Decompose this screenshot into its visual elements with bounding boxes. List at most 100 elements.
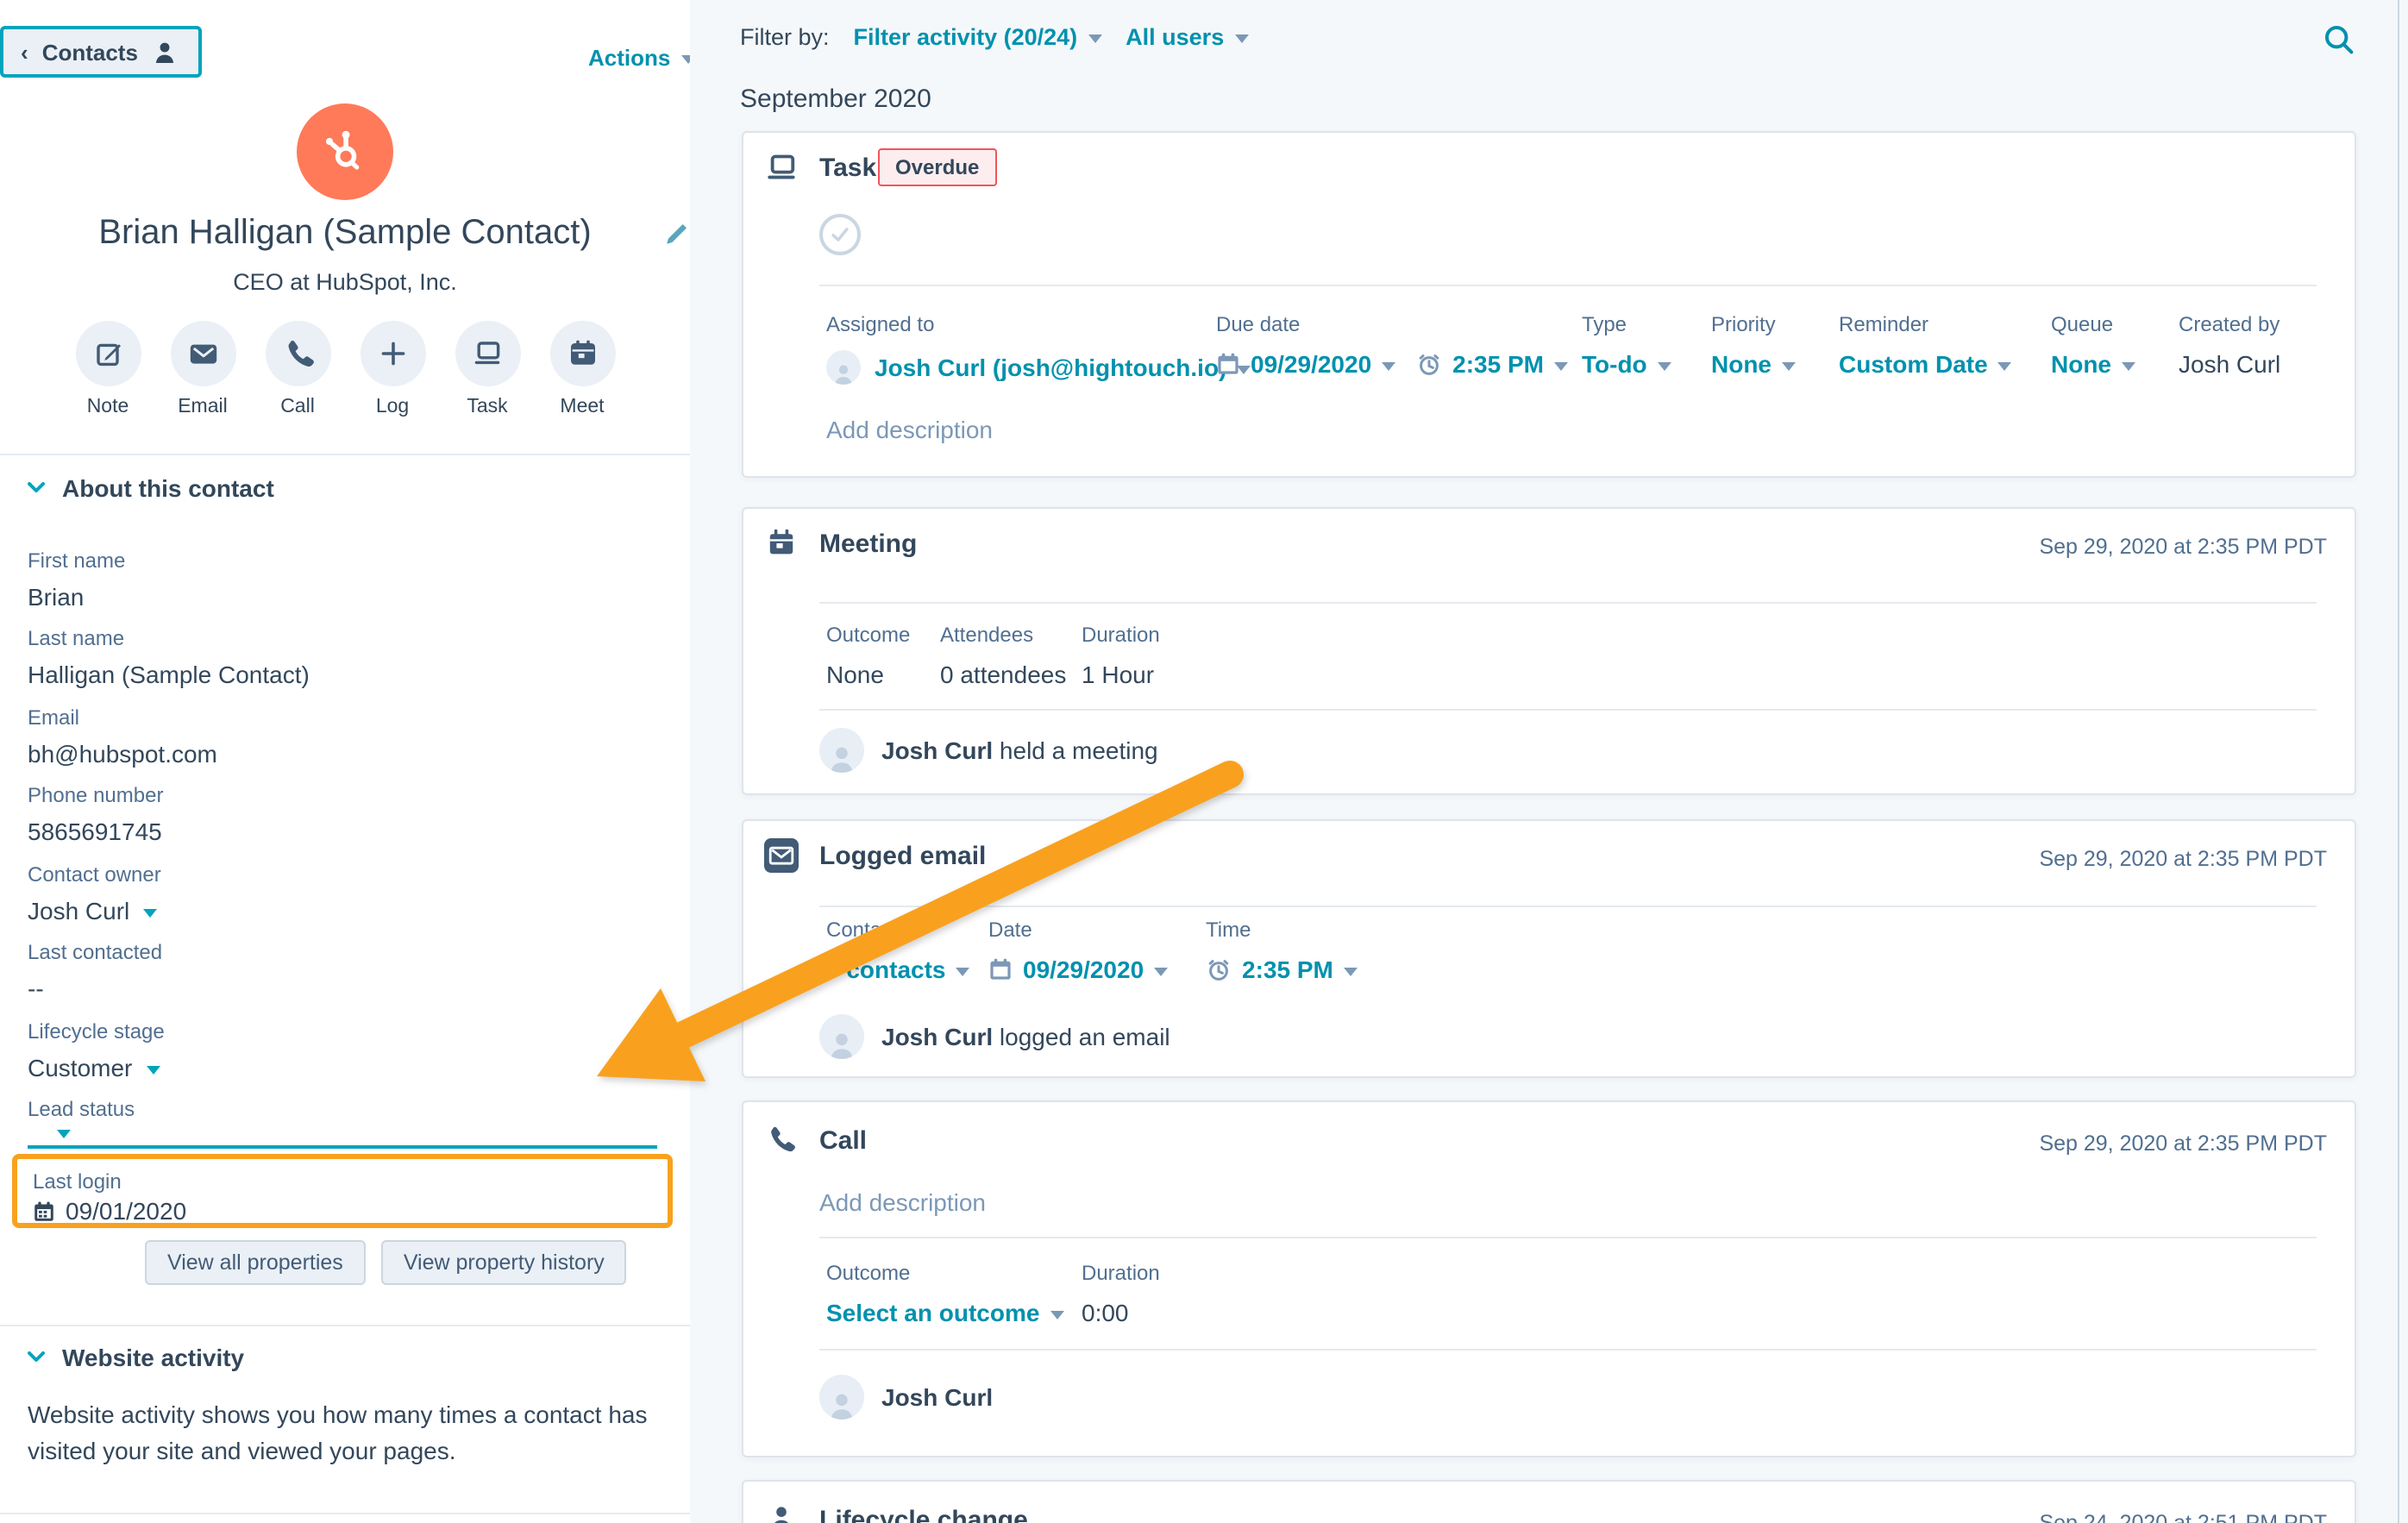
divider [819,1237,2317,1238]
call-icon [766,1125,795,1154]
last-login-value: 09/01/2020 [66,1197,186,1225]
property-buttons-row: View all properties View property histor… [145,1240,627,1285]
hubspot-sprocket-icon [319,126,371,178]
field-contact-owner: Contact owner Josh Curl [28,862,666,926]
task-reminder: Reminder Custom Date [1839,312,2012,378]
log-plus-icon [377,338,408,369]
activity-timeline-panel: Filter by: Filter activity (20/24) All u… [690,0,2408,1523]
chevron-down-icon [143,908,157,917]
chevron-down-icon [1554,361,1568,370]
field-email: Email bh@hubspot.com [28,705,666,769]
chevron-down-icon [1382,361,1395,370]
field-last-contacted: Last contacted -- [28,940,666,1004]
section-chevron-icon [28,1351,45,1364]
meeting-footer: Josh Curl held a meeting [819,728,1158,773]
priority-dropdown[interactable]: None [1711,350,1796,378]
task-add-description[interactable]: Add description [826,416,993,443]
email-button[interactable]: Email [163,321,242,417]
filter-users-dropdown[interactable]: All users [1126,24,1248,50]
call-add-description[interactable]: Add description [819,1188,986,1216]
logged-email-timestamp: Sep 29, 2020 at 2:35 PM PDT [2039,847,2327,871]
call-card: Call Sep 29, 2020 at 2:35 PM PDT Add des… [742,1100,2356,1457]
contact-person-icon [152,39,178,65]
quick-actions-row: Note Email Call Log [0,321,690,417]
assigned-to-dropdown[interactable]: Josh Curl (josh@hightouch.io) [826,350,1251,385]
divider [819,906,2317,907]
meeting-outcome: Outcome None [826,623,910,688]
lifecycle-stage-dropdown[interactable]: Customer [28,1052,666,1083]
calendar-icon [1216,352,1240,376]
search-icon[interactable] [2322,22,2356,57]
task-assigned-to: Assigned to Josh Curl (josh@hightouch.io… [826,312,1251,385]
task-complete-checkbox[interactable] [819,214,861,255]
chevron-down-icon [1234,34,1248,43]
note-button[interactable]: Note [68,321,147,417]
email-date: Date 09/29/2020 [988,918,1168,983]
task-button[interactable]: Task [448,321,527,417]
edit-pencil-icon[interactable] [664,221,690,247]
avatar [819,728,864,773]
divider [0,1325,690,1326]
chevron-down-icon [1154,967,1168,975]
calendar-icon [33,1200,55,1222]
type-dropdown[interactable]: To-do [1582,350,1671,378]
chevron-down-icon [1050,1310,1063,1319]
envelope-badge-icon [764,838,799,873]
chevron-down-icon [1998,361,2012,370]
task-laptop-icon [766,152,799,185]
call-timestamp: Sep 29, 2020 at 2:35 PM PDT [2039,1131,2327,1156]
meeting-calendar-icon [766,528,797,559]
lead-status-underline [28,1145,657,1149]
hubspot-contact-page: ‹ Contacts Actions Brian Hal [0,0,2408,1523]
due-time-dropdown[interactable]: 2:35 PM [1452,350,1544,378]
about-section-header[interactable]: About this contact [28,474,274,502]
month-header: September 2020 [740,85,931,114]
view-property-history-button[interactable]: View property history [381,1240,627,1285]
chevron-down-icon [1088,34,1101,43]
actions-dropdown[interactable]: Actions [588,45,694,71]
email-date-dropdown[interactable]: 09/29/2020 [1023,956,1144,983]
lead-status-dropdown[interactable] [57,1130,71,1138]
calendar-icon [988,957,1013,981]
scrollbar[interactable] [2398,0,2408,1523]
meeting-attendees: Attendees 0 attendees [940,623,1066,688]
back-to-contacts-button[interactable]: ‹ Contacts [0,26,202,78]
chevron-down-icon [956,967,970,975]
call-outcome-dropdown[interactable]: Select an outcome [826,1299,1063,1326]
queue-dropdown[interactable]: None [2051,350,2135,378]
meeting-card: Meeting Sep 29, 2020 at 2:35 PM PDT Outc… [742,507,2356,795]
lifecycle-change-card: Lifecycle change Sep 24, 2020 at 2:51 PM… [742,1480,2356,1523]
field-first-name: First name Brian [28,548,666,612]
task-priority: Priority None [1711,312,1796,378]
avatar [826,350,861,385]
field-lifecycle-stage: Lifecycle stage Customer [28,1019,666,1083]
contact-owner-dropdown[interactable]: Josh Curl [28,895,666,926]
lifecycle-timestamp: Sep 24, 2020 at 2:51 PM PDT [2039,1511,2327,1523]
chevron-down-icon [1782,361,1796,370]
call-footer: Josh Curl [819,1375,993,1420]
view-all-properties-button[interactable]: View all properties [145,1240,366,1285]
call-button[interactable]: Call [258,321,337,417]
contacted-dropdown[interactable]: 0 contacts [826,956,970,983]
task-type: Type To-do [1582,312,1671,378]
email-time: Time 2:35 PM [1206,918,1358,983]
note-icon [92,338,123,369]
chevron-down-icon [2122,361,2135,370]
meeting-card-title: Meeting [819,530,917,559]
log-button[interactable]: Log [353,321,432,417]
meet-button[interactable]: Meet [542,321,622,417]
divider [819,709,2317,711]
divider [819,285,2317,286]
task-card-title: Task [819,154,876,183]
filter-activity-dropdown[interactable]: Filter activity (20/24) [854,24,1102,50]
email-time-dropdown[interactable]: 2:35 PM [1242,956,1333,983]
last-login-label: Last login [33,1169,122,1194]
due-date-dropdown[interactable]: 09/29/2020 [1251,350,1371,378]
reminder-dropdown[interactable]: Custom Date [1839,350,2012,378]
actions-label: Actions [588,45,670,71]
chevron-down-icon [1658,361,1671,370]
meeting-timestamp: Sep 29, 2020 at 2:35 PM PDT [2039,535,2327,559]
chevron-down-icon [146,1065,160,1074]
divider [819,602,2317,604]
website-activity-section-header[interactable]: Website activity [28,1344,244,1371]
